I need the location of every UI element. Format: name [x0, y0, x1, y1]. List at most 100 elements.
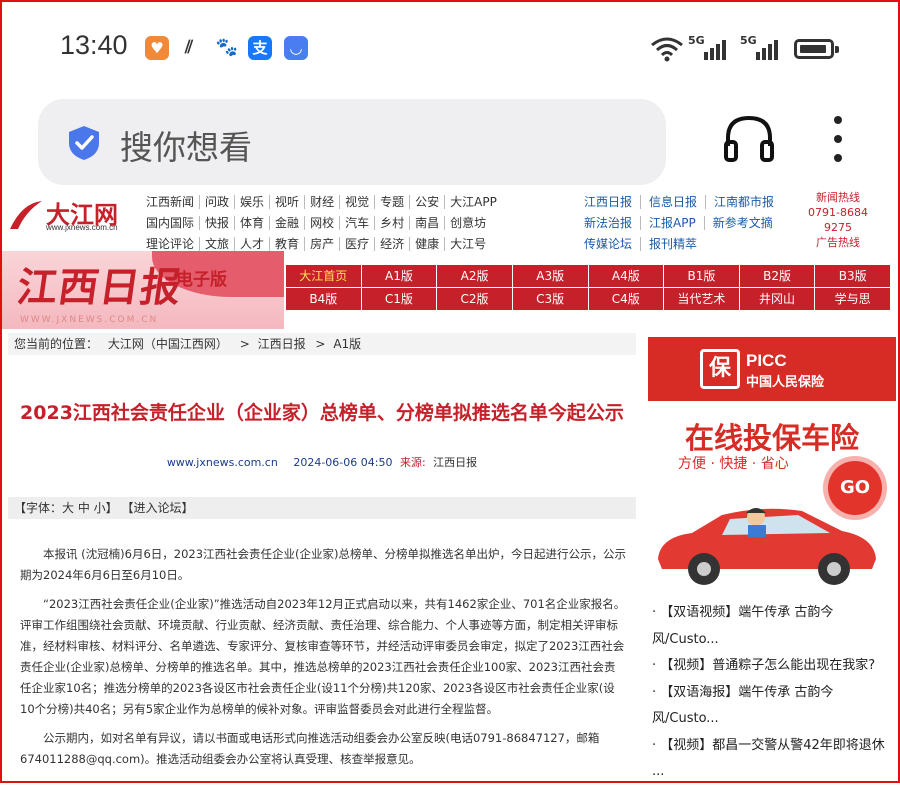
side-news-item[interactable]: ... [652, 759, 896, 786]
nav-link[interactable]: 国内国际 [146, 214, 194, 231]
edition-tab[interactable]: C2版 [437, 288, 512, 310]
nav-link[interactable]: 南昌 [415, 214, 439, 231]
edition-tab[interactable]: A1版 [361, 265, 437, 287]
nav-link[interactable]: 江报APP [649, 214, 696, 231]
article-title: 2023江西社会责任企业（企业家）总榜单、分榜单拟推选名单今起公示 [20, 402, 624, 424]
nav-row: 传媒论坛 报刊精萃 [584, 233, 794, 254]
nav-link[interactable]: 视觉 [345, 193, 369, 210]
nav-link[interactable]: 体育 [240, 214, 264, 231]
alipay-icon: 支 [248, 36, 272, 60]
nav-row: 新法治报 江报APP 新参考文摘 [584, 212, 794, 233]
nav-link[interactable]: 创意坊 [450, 214, 486, 231]
site-nav-papers: 江西日报 信息日报 江南都市报 新法治报 江报APP 新参考文摘 传媒论坛 报刊… [584, 191, 794, 254]
article-paragraph: 公示期内，如对名单有异议，请以书面或电话形式向推选活动组委会办公室反映(电话07… [20, 731, 600, 766]
wifi-icon [651, 37, 683, 62]
headphones-icon[interactable] [722, 112, 776, 166]
nav-link[interactable]: 财经 [310, 193, 334, 210]
hotline-number: 0791-86849275 [808, 206, 868, 234]
ad-brand-cn: 中国人民保险 [746, 375, 825, 390]
edition-tab[interactable]: B1版 [664, 265, 739, 287]
side-news-item[interactable]: 风/Custo... [652, 706, 896, 733]
article-meta: www.jxnews.com.cn 2024-06-06 04:50 来源: 江… [8, 454, 636, 470]
font-size-bar[interactable]: 【字体：大 中 小】 【进入论坛】 [8, 497, 636, 519]
picc-ad[interactable]: 保 PICC 中国人民保险 在线投保车险 方便 · 快捷 · 省心 GO [648, 337, 896, 587]
nav-link[interactable]: 新法治报 [584, 214, 632, 231]
nav-link[interactable]: 江西日报 [584, 193, 632, 210]
jxnews-logo[interactable]: 大江网 www.jxnews.com.cn [8, 195, 138, 237]
article-paragraph: “2023江西社会责任企业(企业家)”推选活动自2023年12月正式启动以来，共… [20, 597, 626, 716]
article-date: 2024-06-06 04:50 [293, 456, 393, 469]
nav-link[interactable]: 江西新闻 [146, 193, 194, 210]
breadcrumb-item[interactable]: 江西日报 [258, 337, 306, 351]
more-menu-icon[interactable] [834, 116, 844, 173]
car-icon [658, 508, 876, 585]
nav-link[interactable]: 医疗 [345, 235, 369, 252]
nav-link[interactable]: 教育 [275, 235, 299, 252]
nav-link[interactable]: 新参考文摘 [713, 214, 773, 231]
logo-url: www.jxnews.com.cn [46, 223, 118, 232]
nav-link[interactable]: 大江APP [450, 193, 497, 210]
side-news-item[interactable]: · 【双语视频】端午传承 古韵今 [652, 600, 896, 627]
edition-tab[interactable]: B4版 [286, 288, 361, 310]
nav-link[interactable]: 专题 [380, 193, 404, 210]
site-nav: 江西新闻 问政 娱乐 视听 财经 视觉 专题 公安 大江APP 国内国际 快报 … [146, 191, 560, 254]
edition-tab[interactable]: B3版 [815, 265, 890, 287]
signal-1-label: 5G [688, 34, 705, 47]
baidu-icon: 🐾 [215, 36, 239, 60]
nav-link[interactable]: 健康 [415, 235, 439, 252]
nav-link[interactable]: 文旅 [205, 235, 229, 252]
nav-link[interactable]: 汽车 [345, 214, 369, 231]
shield-check-icon [69, 126, 99, 160]
edition-tab[interactable]: 当代艺术 [664, 288, 739, 310]
edition-tab[interactable]: B2版 [739, 265, 815, 287]
nav-row: 国内国际 快报 体育 金融 网校 汽车 乡村 南昌 创意坊 [146, 212, 560, 233]
breadcrumb-sep: > [315, 337, 326, 351]
nav-link[interactable]: 信息日报 [649, 193, 697, 210]
ad-brand: PICC [746, 351, 787, 370]
nav-link[interactable]: 问政 [205, 193, 229, 210]
side-news-item[interactable]: · 【视频】都昌一交警从警42年即将退休 [652, 733, 896, 760]
nav-link[interactable]: 传媒论坛 [584, 235, 632, 252]
edition-tab[interactable]: 大江首页 [286, 265, 361, 287]
edition-tab[interactable]: C1版 [361, 288, 437, 310]
breadcrumb-item[interactable]: 大江网（中国江西网） [108, 337, 228, 351]
edition-tab[interactable]: 井冈山 [739, 288, 815, 310]
side-news-item[interactable]: · 【双语海报】端午传承 古韵今 [652, 680, 896, 707]
nav-link[interactable]: 公安 [415, 193, 439, 210]
edition-tab[interactable]: C3版 [512, 288, 588, 310]
hotline-label: 新闻热线 [816, 191, 860, 204]
nav-link[interactable]: 视听 [275, 193, 299, 210]
nav-link[interactable]: 快报 [205, 214, 229, 231]
breadcrumb-prefix: 您当前的位置： [14, 337, 99, 351]
edition-tab[interactable]: C4版 [588, 288, 664, 310]
jxrb-banner[interactable]: 江西日报 电子版 WWW.JXNEWS.COM.CN [2, 251, 284, 329]
nav-link[interactable]: 经济 [380, 235, 404, 252]
nav-link[interactable]: 娱乐 [240, 193, 264, 210]
nav-link[interactable]: 大江号 [450, 235, 486, 252]
edition-tab[interactable]: A2版 [437, 265, 512, 287]
nav-link[interactable]: 报刊精萃 [649, 235, 697, 252]
nav-row: 江西新闻 问政 娱乐 视听 财经 视觉 专题 公安 大江APP [146, 191, 560, 212]
signal-2-label: 5G [740, 34, 757, 47]
edition-tab[interactable]: A4版 [588, 265, 664, 287]
nav-link[interactable]: 人才 [240, 235, 264, 252]
search-placeholder: 搜你想看 [120, 128, 252, 167]
side-news-item[interactable]: 风/Custo... [652, 627, 896, 654]
edition-tab[interactable]: 学与思 [815, 288, 890, 310]
side-news-item[interactable]: · 【视频】普通粽子怎么能出现在我家? [652, 653, 896, 680]
nav-link[interactable]: 金融 [275, 214, 299, 231]
nav-link[interactable]: 江南都市报 [714, 193, 774, 210]
picc-seal-icon: 保 [700, 349, 740, 389]
nav-link[interactable]: 房产 [310, 235, 334, 252]
edition-tab[interactable]: A3版 [512, 265, 588, 287]
article-body: 本报讯 (沈冠楠)6月6日，2023江西社会责任企业(企业家)总榜单、分榜单拟推… [20, 544, 626, 778]
nav-link[interactable]: 理论评论 [146, 235, 194, 252]
page-edition-tabs: 大江首页 A1版 A2版 A3版 A4版 B1版 B2版 B3版 B4版 C1版… [286, 265, 890, 310]
banner-title: 江西日报 [14, 264, 185, 311]
nav-link[interactable]: 网校 [310, 214, 334, 231]
nav-link[interactable]: 乡村 [380, 214, 404, 231]
article-paragraph: 本报讯 (沈冠楠)6月6日，2023江西社会责任企业(企业家)总榜单、分榜单拟推… [20, 547, 626, 582]
search-bar[interactable]: 搜你想看 [38, 99, 666, 185]
article-site[interactable]: www.jxnews.com.cn [167, 456, 278, 469]
breadcrumb-item[interactable]: A1版 [333, 337, 361, 351]
